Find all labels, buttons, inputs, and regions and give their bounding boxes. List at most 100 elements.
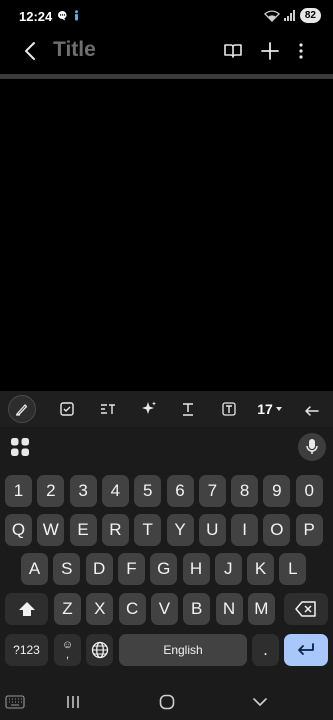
shift-arrow-icon: [18, 602, 35, 616]
reading-mode-button[interactable]: [220, 38, 246, 64]
undo-button[interactable]: [298, 395, 326, 423]
key-h[interactable]: H: [182, 553, 210, 585]
text-box-button[interactable]: [215, 395, 243, 423]
backspace-icon: [295, 601, 316, 617]
comma-label: ,: [65, 649, 70, 661]
globe-icon: [91, 641, 108, 659]
microphone-icon: [306, 439, 318, 454]
key-q[interactable]: Q: [5, 514, 32, 546]
keyboard: 1234567890 QWERTYUIOP ASDFGHJKL ZXCVBNM …: [0, 427, 333, 683]
key-n[interactable]: N: [215, 593, 243, 625]
key-y[interactable]: Y: [166, 514, 194, 546]
emoji-comma-key[interactable]: ☺ ,: [54, 634, 81, 666]
key-p[interactable]: P: [295, 514, 323, 546]
book-open-icon: [224, 44, 242, 58]
pen-icon: [16, 404, 28, 416]
status-time: 12:24: [19, 9, 53, 24]
text-format-icon: [101, 404, 115, 414]
battery-indicator: 82: [299, 8, 321, 23]
key-4[interactable]: 4: [101, 475, 129, 507]
chevron-down-icon: [253, 698, 267, 706]
keyboard-hide-button[interactable]: [4, 691, 26, 713]
more-options-button[interactable]: [288, 38, 314, 64]
recents-icon: [67, 696, 79, 708]
checkbox-icon: [60, 402, 74, 416]
key-z[interactable]: Z: [54, 593, 81, 625]
key-u[interactable]: U: [198, 514, 226, 546]
key-f[interactable]: F: [117, 553, 145, 585]
chat-icon: [58, 11, 67, 21]
key-k[interactable]: K: [247, 553, 275, 585]
text-style-button[interactable]: [94, 395, 122, 423]
key-o[interactable]: O: [263, 514, 291, 546]
add-button[interactable]: [257, 38, 283, 64]
key-t[interactable]: T: [134, 514, 162, 546]
signal-icon: [283, 10, 295, 21]
space-key[interactable]: English: [119, 634, 247, 666]
backspace-key[interactable]: [284, 593, 328, 625]
key-8[interactable]: 8: [231, 475, 259, 507]
key-2[interactable]: 2: [37, 475, 65, 507]
key-3[interactable]: 3: [69, 475, 97, 507]
text-box-icon: [222, 402, 236, 416]
enter-key[interactable]: [284, 634, 328, 666]
wifi-icon: [263, 9, 280, 22]
recent-apps-button[interactable]: [60, 689, 86, 715]
key-7[interactable]: 7: [198, 475, 226, 507]
more-vertical-icon: [299, 43, 303, 59]
key-b[interactable]: B: [183, 593, 211, 625]
grid-icon: [11, 438, 29, 456]
voice-input-button[interactable]: [298, 433, 326, 461]
sparkle-icon: [142, 401, 156, 414]
key-1[interactable]: 1: [5, 475, 32, 507]
symbols-key[interactable]: ?123: [5, 634, 48, 666]
period-key[interactable]: .: [252, 634, 279, 666]
note-body-area[interactable]: [0, 79, 333, 391]
accessibility-icon: [75, 10, 78, 21]
home-button[interactable]: [154, 689, 180, 715]
status-bar: 12:24 82: [0, 0, 333, 32]
key-c[interactable]: C: [118, 593, 146, 625]
plus-icon: [261, 42, 279, 60]
key-j[interactable]: J: [214, 553, 242, 585]
key-e[interactable]: E: [69, 514, 97, 546]
key-a[interactable]: A: [21, 553, 48, 585]
app-header: Title: [0, 32, 333, 72]
hide-keyboard-button[interactable]: [247, 689, 273, 715]
key-s[interactable]: S: [53, 553, 81, 585]
undo-icon: [305, 406, 319, 416]
caret-down-icon: [275, 407, 282, 411]
shift-key[interactable]: [5, 593, 48, 625]
home-icon: [159, 694, 175, 710]
key-0[interactable]: 0: [295, 475, 323, 507]
key-w[interactable]: W: [37, 514, 65, 546]
key-5[interactable]: 5: [134, 475, 162, 507]
note-title-input[interactable]: Title: [53, 38, 96, 62]
formatting-toolbar: 17: [0, 391, 333, 427]
font-size-value: 17: [257, 401, 273, 417]
key-l[interactable]: L: [279, 553, 307, 585]
font-size-button[interactable]: 17: [252, 395, 288, 423]
key-d[interactable]: D: [85, 553, 113, 585]
key-9[interactable]: 9: [263, 475, 291, 507]
enter-icon: [298, 643, 314, 655]
keyboard-apps-button[interactable]: [10, 437, 30, 457]
back-button[interactable]: [18, 38, 44, 64]
key-v[interactable]: V: [150, 593, 178, 625]
key-i[interactable]: I: [231, 514, 259, 546]
key-g[interactable]: G: [150, 553, 178, 585]
text-underline-button[interactable]: [174, 395, 202, 423]
checkbox-button[interactable]: [53, 395, 81, 423]
language-key[interactable]: [86, 634, 113, 666]
chevron-left-icon: [25, 42, 35, 60]
text-icon: [183, 403, 193, 416]
key-m[interactable]: M: [247, 593, 275, 625]
handwriting-button[interactable]: [8, 395, 36, 423]
keyboard-toolbar: [0, 427, 333, 467]
ai-assist-button[interactable]: [135, 395, 163, 423]
key-r[interactable]: R: [101, 514, 129, 546]
key-6[interactable]: 6: [166, 475, 194, 507]
key-x[interactable]: X: [86, 593, 114, 625]
system-navigation-bar: [0, 683, 333, 720]
keyboard-icon: [5, 695, 25, 709]
